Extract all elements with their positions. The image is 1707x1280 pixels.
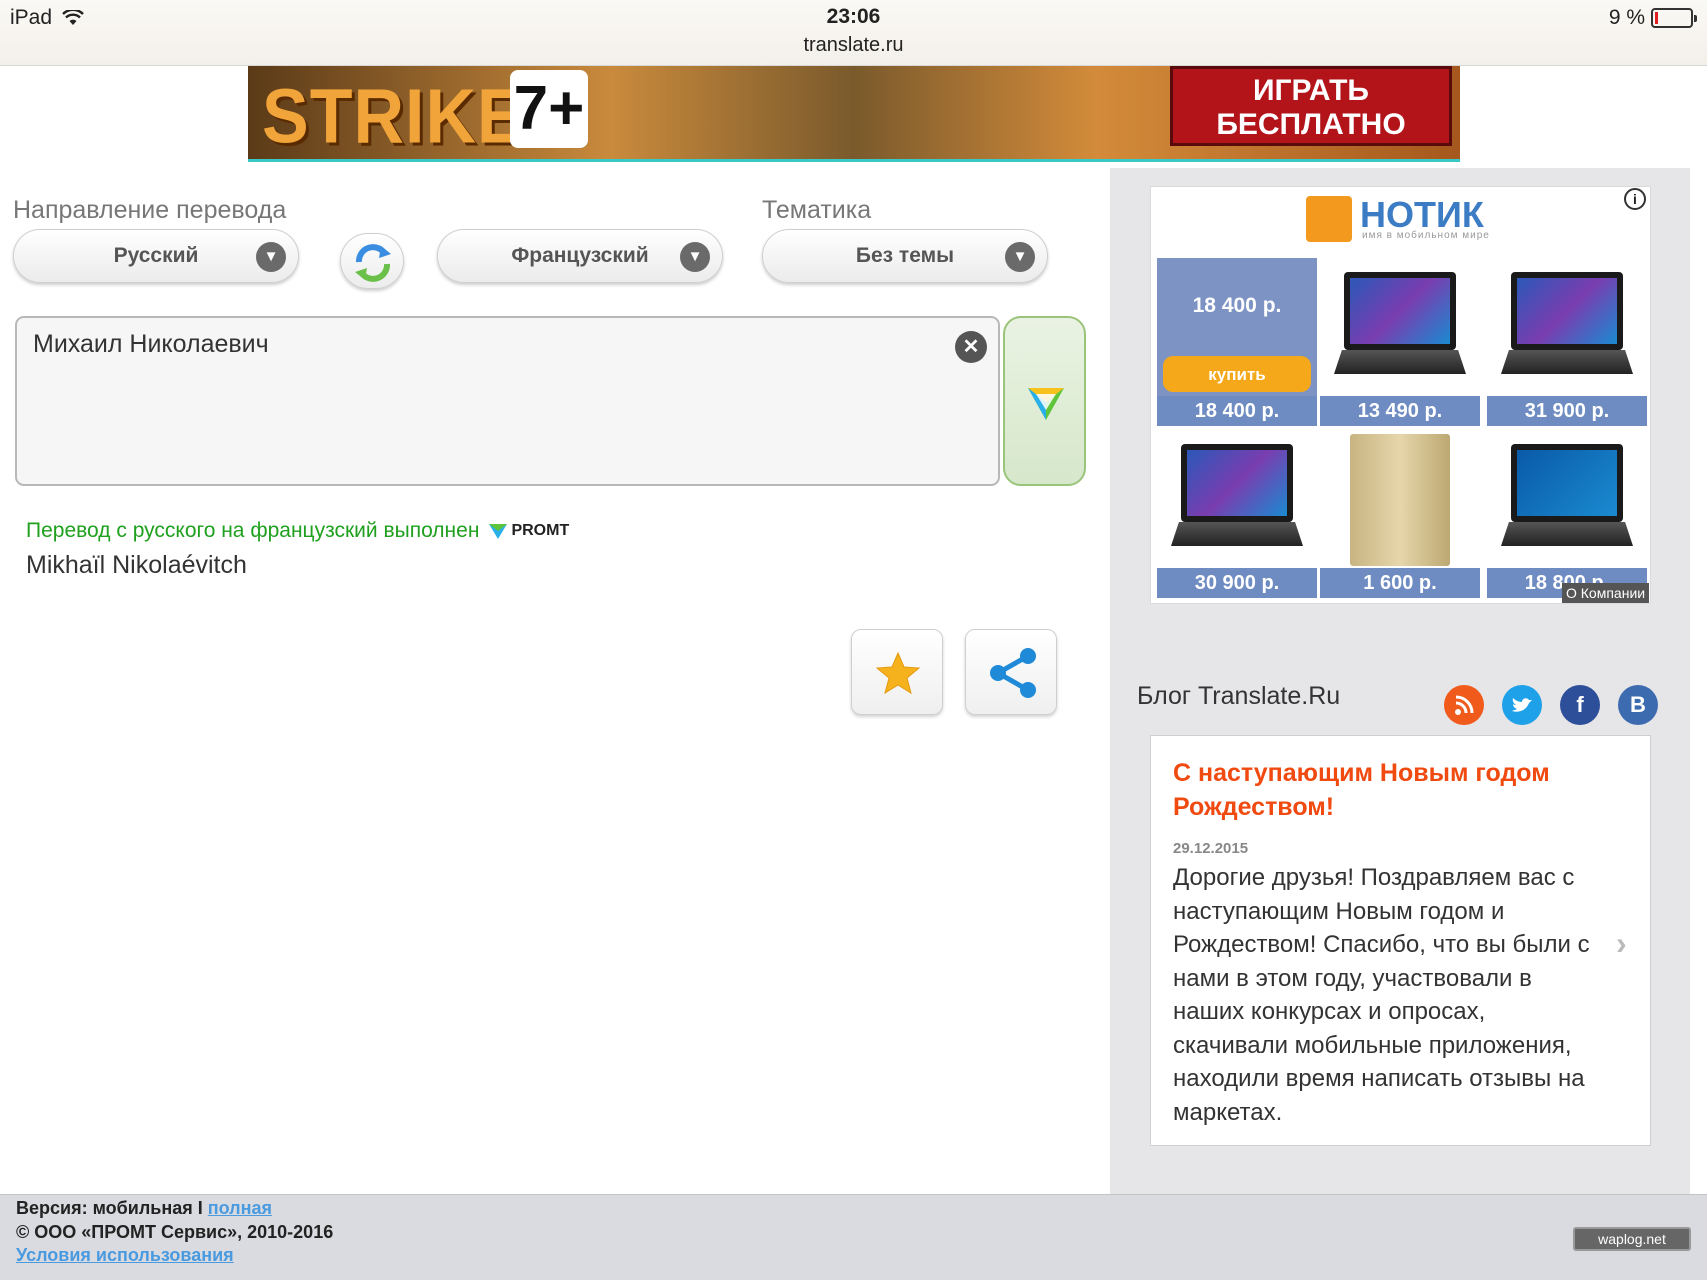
ad-age-rating: 7+ bbox=[510, 70, 588, 148]
translate-button[interactable] bbox=[1003, 316, 1086, 486]
product-price: 30 900 р. bbox=[1157, 568, 1317, 598]
topic-label: Тематика bbox=[762, 196, 872, 224]
laptop-image bbox=[1334, 272, 1466, 392]
target-language-value: Французский bbox=[511, 244, 649, 267]
ad-product[interactable]: 1 600 р. bbox=[1320, 430, 1480, 598]
direction-label: Направление перевода bbox=[13, 196, 287, 224]
laptop-image bbox=[1501, 444, 1633, 564]
powerbank-image bbox=[1350, 434, 1450, 566]
company-link[interactable]: О Компании bbox=[1562, 583, 1650, 603]
notik-logo-icon bbox=[1306, 196, 1352, 242]
full-version-link[interactable]: полная bbox=[208, 1198, 272, 1218]
promt-icon bbox=[489, 524, 508, 539]
laptop-image bbox=[1501, 272, 1633, 392]
notik-logo[interactable]: НОТИК имя в мобильном мире bbox=[1150, 186, 1651, 254]
blog-post-card[interactable]: С наступающим Новым годом Рождеством! 29… bbox=[1150, 735, 1651, 1146]
source-text-value: Михаил Николаевич bbox=[33, 330, 269, 358]
ad-product[interactable]: 18 800 р. bbox=[1487, 430, 1647, 598]
status-text: Перевод с русского на французский выполн… bbox=[26, 519, 480, 542]
notik-tagline: имя в мобильном мире bbox=[1362, 230, 1490, 241]
swap-icon bbox=[355, 244, 391, 282]
facebook-icon[interactable]: f bbox=[1560, 685, 1600, 725]
translate-icon bbox=[1028, 388, 1064, 420]
battery-level bbox=[1655, 12, 1658, 24]
copyright: © ООО «ПРОМТ Сервис», 2010-2016 bbox=[16, 1221, 334, 1242]
share-button[interactable] bbox=[965, 629, 1057, 715]
blog-post-text: Дорогие друзья! Поздравляем вас с наступ… bbox=[1173, 864, 1590, 1126]
ad-play-line2: БЕСПЛАТНО bbox=[1216, 108, 1406, 141]
ad-product[interactable]: 13 490 р. bbox=[1320, 258, 1480, 426]
topic-value: Без темы bbox=[855, 244, 955, 267]
battery-percent: 9 % bbox=[1608, 6, 1645, 29]
source-language-select[interactable]: Русский ▼ bbox=[13, 229, 299, 283]
buy-button[interactable]: купить bbox=[1163, 356, 1311, 392]
blog-title: Блог Translate.Ru bbox=[1137, 682, 1341, 710]
star-icon bbox=[876, 651, 920, 695]
ad-play-button[interactable]: ИГРАТЬ БЕСПЛАТНО bbox=[1170, 66, 1452, 146]
share-icon bbox=[990, 648, 1036, 698]
product-price: 31 900 р. bbox=[1487, 396, 1647, 426]
twitter-icon[interactable] bbox=[1502, 685, 1542, 725]
waplog-counter[interactable]: waplog.net bbox=[1573, 1227, 1691, 1251]
favorite-button[interactable] bbox=[851, 629, 943, 715]
top-banner-ad[interactable]: STRIKE 7+ ИГРАТЬ БЕСПЛАТНО bbox=[248, 66, 1460, 162]
page: iPad 23:06 translate.ru 9 % STRIKE 7+ ИГ… bbox=[0, 0, 1707, 1280]
ad-info-icon[interactable]: i bbox=[1624, 188, 1646, 210]
address-bar[interactable]: translate.ru bbox=[0, 34, 1707, 57]
rss-icon[interactable] bbox=[1444, 685, 1484, 725]
terms-link[interactable]: Условия использования bbox=[16, 1245, 234, 1265]
swap-languages-button[interactable] bbox=[340, 233, 404, 289]
vk-icon[interactable]: B bbox=[1618, 685, 1658, 725]
ad-product-featured[interactable]: 18 400 р. купить 18 400 р. bbox=[1157, 258, 1317, 426]
chevron-down-icon: ▼ bbox=[680, 242, 710, 272]
battery-icon bbox=[1651, 8, 1697, 28]
promt-logo: PROMT bbox=[489, 522, 569, 540]
chevron-down-icon: ▼ bbox=[1005, 242, 1035, 272]
topic-select[interactable]: Без темы ▼ bbox=[762, 229, 1048, 283]
ad-game-title: STRIKE bbox=[262, 73, 525, 159]
target-language-select[interactable]: Французский ▼ bbox=[437, 229, 723, 283]
laptop-image bbox=[1171, 444, 1303, 564]
version-label: Версия: мобильная I bbox=[16, 1198, 203, 1218]
product-price: 18 400 р. bbox=[1157, 396, 1317, 426]
status-bar: iPad 23:06 translate.ru 9 % bbox=[0, 0, 1707, 66]
translation-status: Перевод с русского на французский выполн… bbox=[26, 519, 569, 543]
blog-post-title[interactable]: С наступающим Новым годом Рождеством! bbox=[1173, 756, 1628, 824]
version-line: Версия: мобильная I полная bbox=[16, 1197, 1691, 1221]
blog-post-date: 29.12.2015 bbox=[1173, 840, 1249, 857]
product-price: 1 600 р. bbox=[1320, 568, 1480, 598]
footer: Версия: мобильная I полная © ООО «ПРОМТ … bbox=[0, 1194, 1707, 1280]
clear-input-button[interactable]: ✕ bbox=[955, 331, 987, 363]
ad-play-line1: ИГРАТЬ bbox=[1252, 74, 1369, 107]
ad-product[interactable]: 31 900 р. bbox=[1487, 258, 1647, 426]
source-language-value: Русский bbox=[113, 244, 199, 267]
translation-result: Mikhaïl Nikolaévitch bbox=[26, 551, 247, 579]
chevron-right-icon[interactable]: › bbox=[1616, 925, 1627, 962]
clock: 23:06 bbox=[826, 5, 881, 28]
source-text-input[interactable]: Михаил Николаевич bbox=[15, 316, 1000, 486]
promt-logo-text: PROMT bbox=[511, 522, 570, 539]
product-price: 13 490 р. bbox=[1320, 396, 1480, 426]
chevron-down-icon: ▼ bbox=[256, 242, 286, 272]
ad-product[interactable]: 30 900 р. bbox=[1157, 430, 1317, 598]
battery-indicator: 9 % bbox=[1608, 6, 1697, 30]
